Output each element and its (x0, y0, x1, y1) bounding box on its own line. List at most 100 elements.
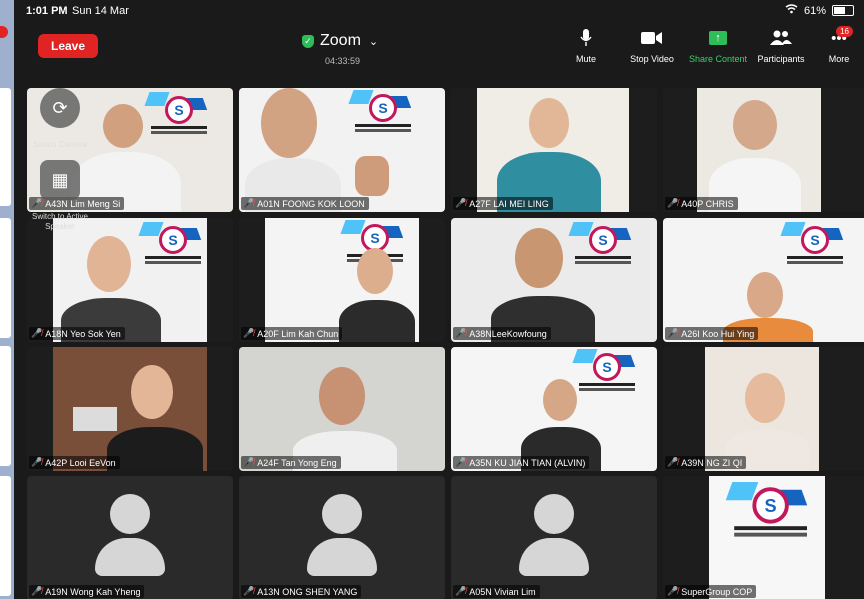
participant-label: 🎤̸ A27F LAI MEI LING (453, 197, 553, 210)
avatar-placeholder-icon (322, 494, 362, 534)
avatar-placeholder-icon (110, 494, 150, 534)
share-content-button[interactable]: ↑ Share Content (688, 28, 748, 64)
status-date: Sun 14 Mar (72, 5, 129, 17)
participant-name: A43N Lim Meng Si (45, 198, 121, 209)
avatar-placeholder-icon (534, 494, 574, 534)
wifi-icon (785, 4, 798, 17)
video-tile[interactable]: 🎤̸ A05N Vivian Lim (451, 476, 657, 599)
share-screen-icon: ↑ (706, 28, 730, 48)
mic-muted-icon: 🎤̸ (243, 586, 255, 596)
video-tile[interactable]: 🎤̸ A40P CHRIS (663, 88, 864, 212)
mic-muted-icon: 🎤̸ (667, 198, 679, 208)
meeting-title: Zoom (320, 32, 361, 49)
background-card (0, 476, 11, 596)
mic-muted-icon: 🎤̸ (455, 586, 467, 596)
participant-name: A42P Looi EeVon (45, 457, 116, 468)
participant-label: 🎤̸ A38NLeeKowfoung (453, 327, 551, 340)
more-label: More (828, 54, 850, 64)
participant-name: A35N KU JIAN TIAN (ALVIN) (469, 457, 586, 468)
participants-label: Participants (757, 54, 805, 64)
mic-muted-icon: 🎤̸ (243, 198, 255, 208)
video-tile[interactable]: 🎤̸ A42P Looi EeVon (27, 347, 233, 471)
program-logo: S (725, 482, 808, 542)
microphone-icon (574, 28, 598, 48)
more-dots-icon: ••• 16 (827, 26, 853, 48)
background-card (0, 346, 11, 466)
video-tile[interactable]: 🎤̸ A24F Tan Yong Eng (239, 347, 445, 471)
participant-label: 🎤̸ A13N ONG SHEN YANG (241, 585, 362, 598)
video-tile[interactable]: 🎤̸ A39N NG ZI QI (663, 347, 864, 471)
switch-camera-label: Switch Camera (32, 140, 88, 149)
participants-button[interactable]: Participants (751, 28, 811, 64)
participant-name: A38NLeeKowfoung (469, 328, 547, 339)
share-content-label: Share Content (688, 54, 748, 64)
video-tile[interactable]: S 🎤̸ A01N FOONG KOK LOON (239, 88, 445, 212)
mic-muted-icon: 🎤̸ (31, 586, 43, 596)
participant-name: A24F Tan Yong Eng (257, 457, 337, 468)
participant-label: 🎤̸ SuperGroup COP (665, 585, 757, 598)
participant-name: A26I Koo Hui Ying (681, 328, 755, 339)
zoom-screen: 1:01 PM Sun 14 Mar 61% Leave ✓ Zoom ⌄ 04… (14, 0, 864, 599)
participant-name: A13N ONG SHEN YANG (257, 586, 358, 597)
leave-button[interactable]: Leave (38, 34, 98, 58)
meeting-toolbar: Leave ✓ Zoom ⌄ 04:33:59 Mute Stop Video … (14, 22, 864, 80)
video-tile[interactable]: 🎤̸ A27F LAI MEI LING (451, 88, 657, 212)
mic-muted-icon: 🎤̸ (243, 457, 255, 467)
video-tile[interactable]: S 🎤̸ A18N Yeo Sok Yen (27, 218, 233, 342)
participant-name: A39N NG ZI QI (681, 457, 743, 468)
participant-label: 🎤̸ A40P CHRIS (665, 197, 738, 210)
participant-label: 🎤̸ A24F Tan Yong Eng (241, 456, 341, 469)
video-tile[interactable]: 🎤̸ A19N Wong Kah Yheng (27, 476, 233, 599)
mute-button[interactable]: Mute (556, 28, 616, 64)
meeting-duration: 04:33:59 (325, 56, 361, 66)
video-tile[interactable]: S 🎤̸ A20F Lim Kah Chun (239, 218, 445, 342)
participant-label: 🎤̸ A01N FOONG KOK LOON (241, 197, 369, 210)
mic-muted-icon: 🎤̸ (667, 328, 679, 338)
participant-name: A18N Yeo Sok Yen (45, 328, 121, 339)
participant-name: A20F Lim Kah Chun (257, 328, 339, 339)
participant-label: 🎤̸ A18N Yeo Sok Yen (29, 327, 125, 340)
stop-video-label: Stop Video (630, 54, 674, 64)
participant-label: 🎤̸ A05N Vivian Lim (453, 585, 540, 598)
background-app-strip (0, 0, 14, 599)
participant-name: A19N Wong Kah Yheng (45, 586, 141, 597)
participant-name: A27F LAI MEI LING (469, 198, 549, 209)
background-card (0, 88, 11, 206)
mic-muted-icon: 🎤̸ (667, 457, 679, 467)
more-button[interactable]: ••• 16 More (809, 26, 864, 64)
more-badge: 16 (836, 26, 853, 37)
mic-muted-icon: 🎤̸ (31, 457, 43, 467)
status-time: 1:01 PM (26, 5, 68, 17)
participant-label: 🎤̸ A39N NG ZI QI (665, 456, 747, 469)
video-camera-icon (640, 28, 664, 48)
encryption-shield-icon: ✓ (302, 34, 314, 48)
video-tile[interactable]: 🎤̸ A13N ONG SHEN YANG (239, 476, 445, 599)
status-bar: 1:01 PM Sun 14 Mar 61% (14, 0, 864, 22)
stop-video-button[interactable]: Stop Video (622, 28, 682, 64)
battery-icon (832, 5, 854, 16)
video-tile[interactable]: S 🎤̸ A38NLeeKowfoung (451, 218, 657, 342)
participant-name: A01N FOONG KOK LOON (257, 198, 365, 209)
video-tile[interactable]: S 🎤̸ A35N KU JIAN TIAN (ALVIN) (451, 347, 657, 471)
mic-muted-icon: 🎤̸ (667, 586, 679, 596)
video-tile[interactable]: S 🎤̸ SuperGroup COP (663, 476, 864, 599)
notification-badge (0, 26, 8, 38)
switch-speaker-button[interactable]: ▦ (40, 160, 80, 200)
chevron-down-icon: ⌄ (368, 35, 379, 48)
participant-name: A05N Vivian Lim (469, 586, 536, 597)
grid-view-icon: ▦ (51, 169, 69, 190)
mic-muted-icon: 🎤̸ (31, 328, 43, 338)
mic-muted-icon: 🎤̸ (455, 198, 467, 208)
meeting-title-dropdown[interactable]: ✓ Zoom ⌄ (302, 32, 378, 50)
mute-label: Mute (575, 54, 596, 64)
switch-camera-button[interactable]: ⟳ (40, 88, 80, 128)
battery-percent: 61% (803, 4, 826, 17)
background-card (0, 218, 11, 338)
video-tile[interactable]: S 🎤̸ A26I Koo Hui Ying (663, 218, 864, 342)
participant-name: SuperGroup COP (681, 586, 753, 597)
camera-switch-icon: ⟳ (52, 97, 68, 118)
mic-muted-icon: 🎤̸ (455, 328, 467, 338)
participant-name: A40P CHRIS (681, 198, 734, 209)
participant-label: 🎤̸ A19N Wong Kah Yheng (29, 585, 145, 598)
participant-label: 🎤̸ A35N KU JIAN TIAN (ALVIN) (453, 456, 590, 469)
